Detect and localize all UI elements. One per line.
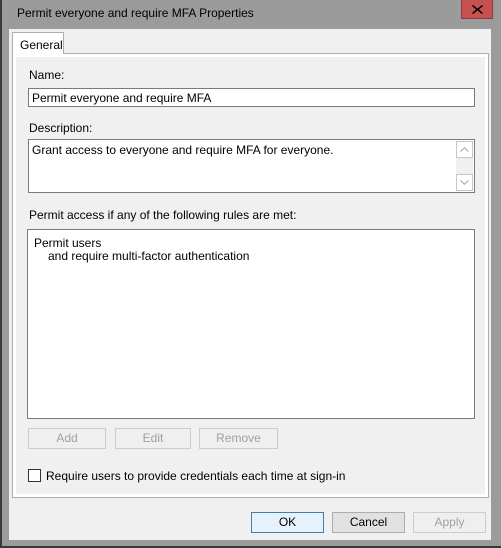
apply-button[interactable]: Apply — [413, 512, 486, 533]
scroll-up-button[interactable] — [456, 141, 473, 158]
add-rule-button[interactable]: Add — [28, 428, 106, 449]
close-icon — [471, 4, 483, 14]
rule-item-condition[interactable]: and require multi-factor authentication — [48, 249, 249, 263]
description-textarea[interactable]: Grant access to everyone and require MFA… — [28, 139, 475, 193]
require-credentials-checkbox[interactable] — [28, 469, 41, 482]
name-label: Name: — [29, 68, 65, 82]
description-value: Grant access to everyone and require MFA… — [32, 143, 334, 157]
close-button[interactable] — [461, 0, 493, 19]
window-frame-edge — [0, 0, 2, 548]
description-label: Description: — [29, 121, 93, 135]
cancel-button[interactable]: Cancel — [332, 512, 405, 533]
chevron-up-icon — [460, 147, 469, 152]
remove-rule-button[interactable]: Remove — [199, 428, 278, 449]
tab-general-label: General — [20, 38, 63, 52]
description-scrollbar[interactable] — [456, 141, 473, 191]
rule-item[interactable]: Permit users — [34, 236, 101, 250]
edit-rule-button[interactable]: Edit — [115, 428, 191, 449]
scroll-down-button[interactable] — [456, 174, 473, 191]
ok-button[interactable]: OK — [251, 512, 324, 533]
name-input-value: Permit everyone and require MFA — [32, 91, 212, 105]
name-input[interactable]: Permit everyone and require MFA — [28, 88, 475, 107]
chevron-down-icon — [460, 180, 469, 185]
tab-general[interactable]: General — [12, 32, 64, 54]
window-title: Permit everyone and require MFA Properti… — [17, 6, 254, 20]
rules-label: Permit access if any of the following ru… — [29, 208, 297, 222]
rules-list[interactable]: Permit users and require multi-factor au… — [27, 229, 475, 419]
require-credentials-label[interactable]: Require users to provide credentials eac… — [46, 469, 345, 483]
